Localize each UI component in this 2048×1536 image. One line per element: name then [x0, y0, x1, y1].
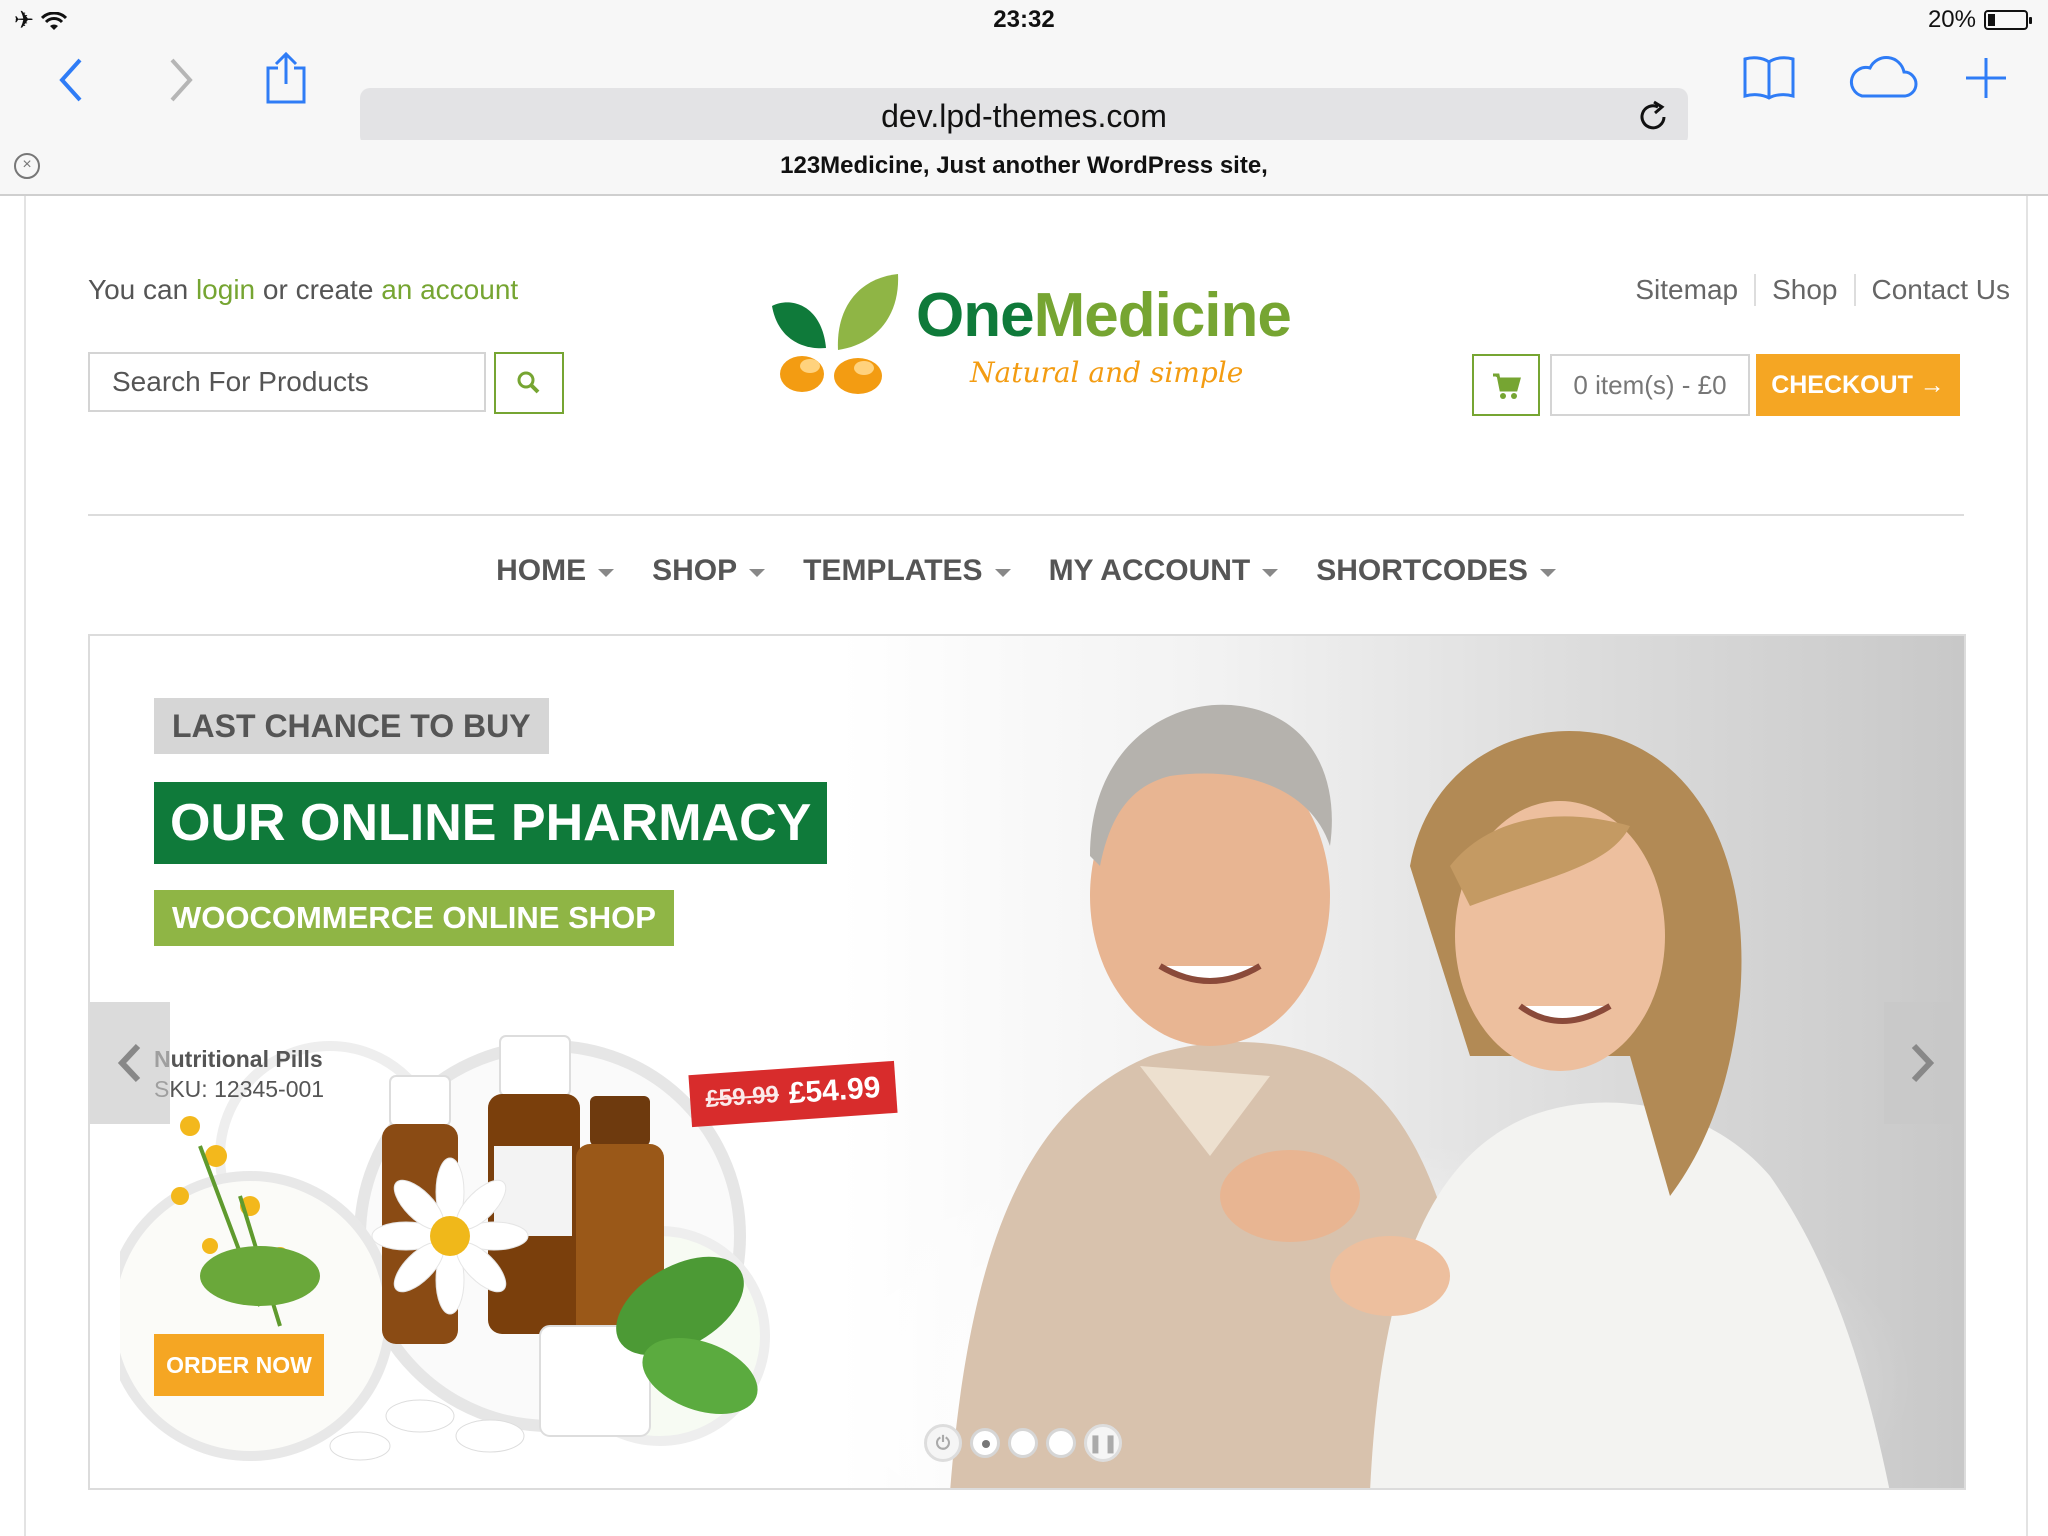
couple-photo: [950, 704, 1890, 1488]
checkout-button[interactable]: CHECKOUT →: [1756, 354, 1960, 416]
caret-down-icon: [749, 569, 766, 577]
status-right: 20%: [1927, 6, 2032, 34]
nav-home-label: HOME: [496, 554, 587, 587]
slider-prev-button[interactable]: [90, 1002, 170, 1124]
nav-my-account[interactable]: MY ACCOUNT: [1049, 554, 1279, 588]
main-nav: HOME SHOP TEMPLATES MY ACCOUNT SHORTCODE…: [26, 554, 2026, 588]
create-account-link[interactable]: an account: [381, 274, 518, 305]
nav-shop[interactable]: SHOP: [652, 554, 766, 588]
nav-home[interactable]: HOME: [496, 554, 615, 588]
search-button[interactable]: [494, 352, 564, 414]
order-now-button[interactable]: ORDER NOW: [154, 1334, 324, 1396]
battery-icon: [1984, 10, 2032, 30]
chevron-right-icon: [1911, 1043, 1935, 1083]
logo-one: One: [916, 281, 1035, 350]
share-icon[interactable]: [264, 50, 308, 106]
tag-online-pharmacy: OUR ONLINE PHARMACY: [154, 782, 828, 864]
reload-icon[interactable]: [1636, 100, 1670, 134]
nav-shortcodes-label: SHORTCODES: [1316, 554, 1528, 587]
hero-slider: LAST CHANCE TO BUY OUR ONLINE PHARMACY W…: [88, 634, 1966, 1490]
tag-last-chance: LAST CHANCE TO BUY: [154, 698, 549, 754]
price-old: £59.99: [704, 1081, 780, 1114]
address-bar[interactable]: dev.lpd-themes.com: [360, 88, 1688, 146]
top-link-contact[interactable]: Contact Us: [1853, 274, 2027, 306]
tab-bar: × 123Medicine, Just another WordPress si…: [0, 140, 2048, 196]
status-bar: ✈ 23:32 20%: [0, 0, 2048, 40]
leaf-pill-icon: [772, 274, 899, 394]
nav-my-account-label: MY ACCOUNT: [1048, 554, 1251, 587]
cart-button[interactable]: [1472, 354, 1540, 416]
battery-fill: [1988, 14, 1995, 26]
cart-summary[interactable]: 0 item(s) - £0: [1550, 354, 1750, 416]
nav-shop-label: SHOP: [652, 554, 738, 587]
header-divider: [88, 514, 1964, 516]
battery-percent: 20%: [1927, 6, 1976, 33]
caret-down-icon: [1262, 569, 1279, 577]
slider-pagination: ⏻ ❚❚: [924, 1424, 1122, 1462]
slide-dot[interactable]: [1008, 1428, 1038, 1458]
account-prefix: You can: [88, 274, 196, 305]
forward-icon[interactable]: [168, 56, 196, 104]
bookmarks-icon[interactable]: [1742, 54, 1796, 100]
nav-templates-label: TEMPLATES: [803, 554, 983, 587]
cloud-tabs-icon[interactable]: [1846, 54, 1918, 100]
tab-title[interactable]: 123Medicine, Just another WordPress site…: [0, 152, 2048, 180]
nav-templates[interactable]: TEMPLATES: [803, 554, 1011, 588]
product-name: Nutritional Pills: [154, 1046, 323, 1072]
search-icon: [517, 371, 540, 394]
caret-down-icon: [994, 569, 1011, 577]
top-link-shop[interactable]: Shop: [1754, 274, 1853, 306]
url-text: dev.lpd-themes.com: [881, 98, 1167, 134]
site-logo[interactable]: OneMedicine Natural and simple: [752, 266, 1332, 406]
clock: 23:32: [993, 6, 1055, 33]
logo-wordmark: OneMedicine: [916, 280, 1292, 351]
pause-icon[interactable]: ❚❚: [1084, 1424, 1122, 1462]
logo-medicine: Medicine: [1033, 281, 1292, 350]
slide-dot[interactable]: [970, 1428, 1000, 1458]
web-page: You can login or create an account OneMe…: [24, 196, 2028, 1536]
cart-icon: [1493, 373, 1521, 399]
power-icon[interactable]: ⏻: [924, 1424, 962, 1462]
chevron-left-icon: [117, 1043, 141, 1083]
top-links: Sitemap Shop Contact Us: [1619, 274, 2026, 306]
slide-dot[interactable]: [1046, 1428, 1076, 1458]
tag-woocommerce: WOOCOMMERCE ONLINE SHOP: [154, 890, 674, 946]
nav-shortcodes[interactable]: SHORTCODES: [1316, 554, 1556, 588]
search-input[interactable]: [90, 354, 484, 410]
logo-tagline: Natural and simple: [970, 356, 1244, 389]
caret-down-icon: [598, 569, 615, 577]
browser-toolbar: dev.lpd-themes.com: [0, 40, 2048, 156]
top-link-sitemap[interactable]: Sitemap: [1619, 274, 1754, 306]
account-line: You can login or create an account: [88, 274, 518, 306]
price-new: £54.99: [787, 1070, 882, 1111]
search-box: [88, 352, 486, 412]
new-tab-icon[interactable]: [1964, 56, 2008, 100]
account-mid: or create: [255, 274, 382, 305]
product-sku: SKU: 12345-001: [154, 1076, 325, 1102]
login-link[interactable]: login: [196, 274, 255, 305]
slider-next-button[interactable]: [1884, 1002, 1964, 1124]
caret-down-icon: [1539, 569, 1556, 577]
back-icon[interactable]: [56, 56, 84, 104]
